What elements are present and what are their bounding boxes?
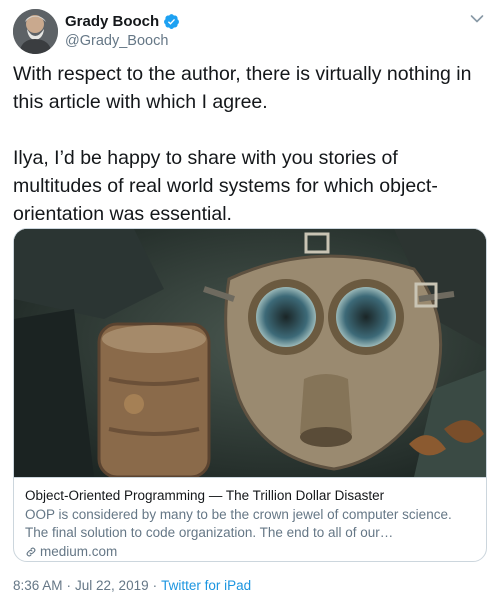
card-domain[interactable]: medium.com [25,543,477,561]
link-icon [26,547,36,557]
link-card[interactable]: Object-Oriented Programming — The Trilli… [13,228,487,562]
avatar-photo-icon [13,9,58,54]
card-body: Object-Oriented Programming — The Trilli… [14,477,486,561]
user-info: Grady Booch @Grady_Booch [65,11,180,49]
tweet-paragraph: With respect to the author, there is vir… [13,63,472,113]
card-title[interactable]: Object-Oriented Programming — The Trilli… [25,487,477,505]
handle[interactable]: @Grady_Booch [65,33,180,49]
tweet-meta: 8:36 AM · Jul 22, 2019 · Twitter for iPa… [13,578,251,593]
tweet-source-link[interactable]: Twitter for iPad [161,578,251,593]
display-name[interactable]: Grady Booch [65,13,159,30]
chevron-down-icon[interactable] [470,14,484,24]
gas-mask-photo-icon [14,229,486,477]
tweet-date[interactable]: Jul 22, 2019 [75,578,149,593]
card-image[interactable] [14,229,486,477]
verified-badge-icon [164,13,180,29]
tweet-time[interactable]: 8:36 AM [13,578,63,593]
card-domain-text: medium.com [40,544,118,559]
tweet-paragraph: Ilya, I’d be happy to share with you sto… [13,147,438,225]
tweet: Grady Booch @Grady_Booch With respect to… [0,0,500,609]
card-description: OOP is considered by many to be the crow… [25,507,452,540]
tweet-text: With respect to the author, there is vir… [13,60,491,228]
separator: · [152,578,158,593]
separator: · [66,578,72,593]
avatar[interactable] [13,9,58,54]
